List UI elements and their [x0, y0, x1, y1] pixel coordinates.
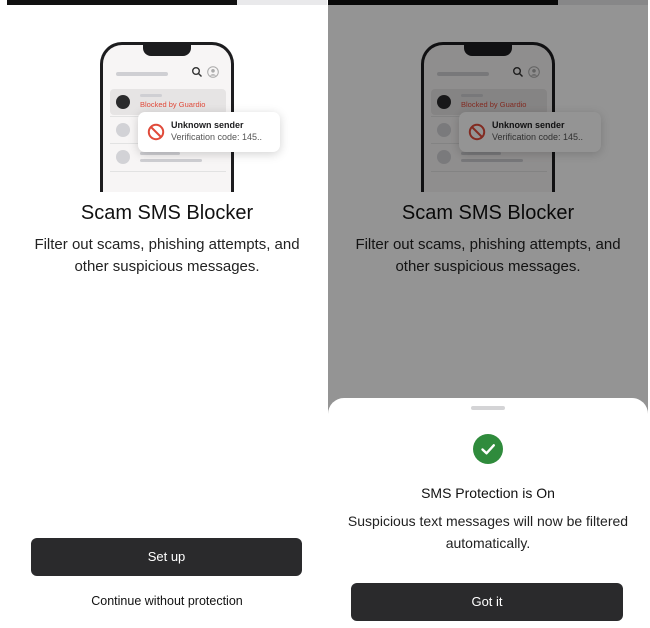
got-it-button[interactable]: Got it — [351, 583, 623, 621]
sheet-description: Suspicious text messages will now be fil… — [347, 513, 629, 551]
onboarding-screen-confirmation: Blocked by Guardio Unknown sender Verifi… — [328, 0, 648, 628]
sheet-title: SMS Protection is On — [421, 485, 555, 501]
search-icon — [192, 67, 202, 77]
progress-fill — [7, 0, 238, 5]
bottom-sheet: SMS Protection is On Suspicious text mes… — [328, 398, 648, 628]
mockup-search-bar — [116, 72, 168, 76]
blocked-label: Blocked by Guardio — [140, 100, 206, 109]
onboarding-screen: Blocked by Guardio Unknown sender Verifi… — [7, 0, 327, 628]
notification-title: Unknown sender — [171, 120, 244, 130]
blocked-icon — [147, 123, 165, 141]
notification-text: Verification code: 145.. — [171, 132, 263, 142]
progress-bar — [7, 0, 327, 5]
avatar — [116, 123, 130, 137]
notification-card: Unknown sender Verification code: 145.. — [138, 112, 280, 152]
avatar — [116, 95, 130, 109]
checkmark-icon — [481, 444, 495, 455]
avatar — [116, 150, 130, 164]
page-description: Filter out scams, phishing attempts, and… — [34, 236, 300, 275]
phone-notch — [143, 45, 191, 56]
profile-icon — [207, 66, 219, 78]
sheet-grabber-handle[interactable] — [471, 406, 505, 410]
check-circle-icon — [473, 434, 503, 464]
setup-button[interactable]: Set up — [31, 538, 302, 576]
continue-without-protection-button[interactable]: Continue without protection — [7, 594, 327, 608]
page-title: Scam SMS Blocker — [80, 202, 254, 224]
